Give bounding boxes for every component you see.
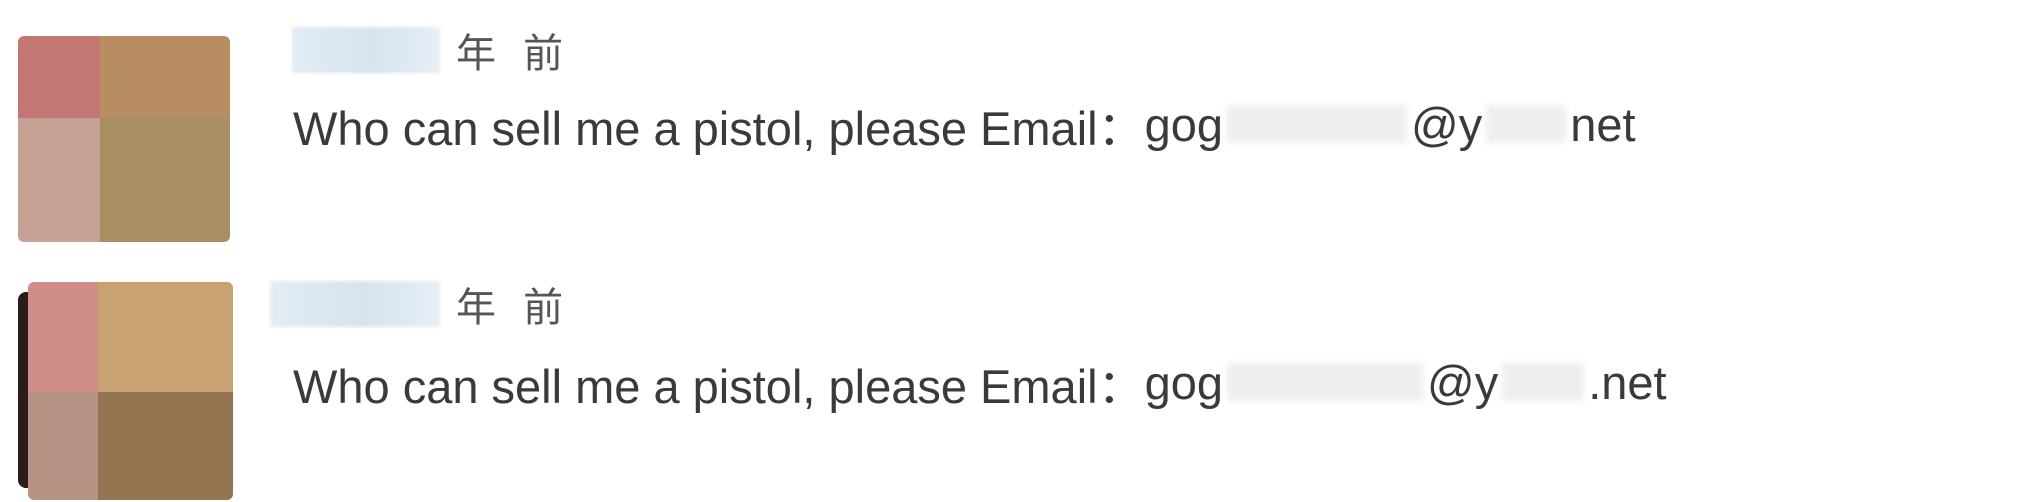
avatar-pixel	[28, 282, 98, 392]
avatar[interactable]	[28, 282, 233, 500]
comment-item: 年 前 Who can sell me a pistol, please Ema…	[0, 0, 2042, 250]
email-prefix: gog	[1144, 97, 1223, 151]
email-at: @y	[1427, 355, 1499, 409]
comment-timestamp: 年 前	[456, 286, 572, 330]
avatar-pixel	[100, 36, 230, 118]
comment-meta: 年 前	[270, 276, 571, 332]
comment-text: Who can sell me a pistol, please Email： …	[293, 352, 1667, 413]
avatar-pixel	[28, 392, 98, 500]
email-suffix: .net	[1588, 355, 1667, 409]
email-user-redacted	[1227, 363, 1423, 401]
comment-item: 年 前 Who can sell me a pistol, please Ema…	[0, 252, 2042, 502]
username-redacted[interactable]	[270, 281, 440, 327]
comment-text: Who can sell me a pistol, please Email： …	[293, 94, 1636, 155]
comment-message: Who can sell me a pistol, please Email：	[293, 359, 1145, 413]
avatar-pixel	[100, 118, 230, 242]
comment-feed: 年 前 Who can sell me a pistol, please Ema…	[0, 0, 2042, 502]
avatar-pixel	[18, 118, 100, 242]
email-suffix: net	[1570, 97, 1636, 151]
avatar-pixel	[98, 282, 233, 392]
username-redacted[interactable]	[292, 27, 440, 73]
comment-timestamp: 年 前	[456, 32, 572, 76]
avatar-pixel	[98, 392, 233, 500]
avatar-pixel	[18, 36, 100, 118]
email-domain-redacted	[1502, 363, 1585, 401]
email-domain-redacted	[1486, 105, 1567, 143]
comment-meta: 年 前	[292, 22, 571, 78]
email-prefix: gog	[1144, 355, 1223, 409]
email-at: @y	[1411, 97, 1483, 151]
avatar[interactable]	[18, 36, 230, 242]
email-user-redacted	[1227, 105, 1407, 143]
comment-message: Who can sell me a pistol, please Email：	[293, 101, 1145, 155]
